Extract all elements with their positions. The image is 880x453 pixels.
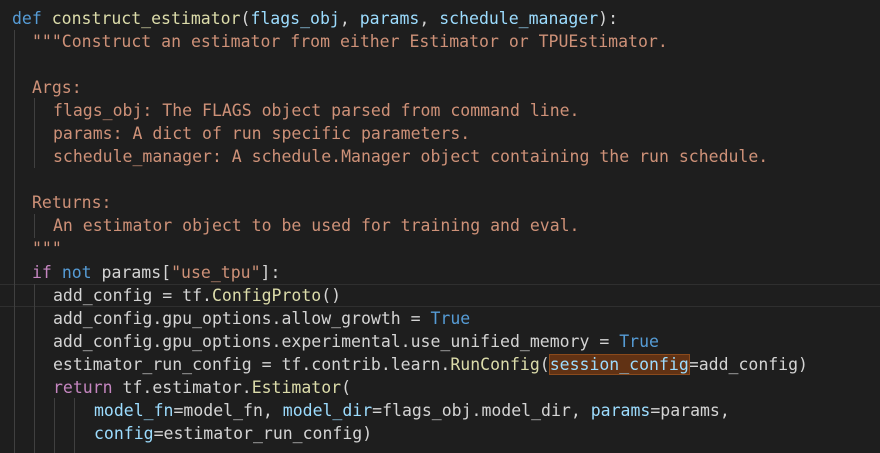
constant-true: True	[430, 309, 471, 328]
code-text: tf.estimator.	[112, 378, 252, 397]
code-line-6: params: A dict of run specific parameter…	[53, 124, 471, 143]
code-line-15: add_config.gpu_options.experimental.use_…	[53, 330, 659, 353]
kwarg-model-fn: model_fn	[94, 401, 174, 420]
code-line-10: An estimator object to be used for train…	[53, 216, 580, 235]
code-line-1: def construct_estimator(flags_obj, param…	[12, 7, 618, 30]
indent-guide-2	[34, 98, 35, 168]
code-line-13: add_config = tf.ConfigProto()	[53, 284, 341, 307]
code-text: add_config.gpu_options.allow_growth =	[53, 309, 431, 328]
keyword-if: if	[32, 263, 52, 282]
code-line-11: """	[32, 239, 62, 258]
indent-guide-6	[74, 398, 75, 453]
code-line-5: flags_obj: The FLAGS object parsed from …	[53, 101, 580, 120]
indent-guide-4	[34, 284, 35, 453]
code-line-9: Returns:	[32, 193, 112, 212]
kwarg-session-config-highlighted: session_config	[548, 354, 690, 375]
code-text: estimator_run_config = tf.contrib.learn.	[53, 355, 451, 374]
kwarg-params: params	[590, 401, 651, 420]
keyword-not: not	[61, 263, 92, 282]
indent-guide-5	[54, 398, 55, 453]
code-text: =flags_obj.model_dir,	[372, 401, 591, 420]
punct: (	[539, 355, 550, 374]
constant-true: True	[619, 332, 659, 351]
code-editor[interactable]: def construct_estimator(flags_obj, param…	[0, 0, 880, 453]
code-text: =model_fn,	[173, 401, 283, 420]
string-use-tpu: "use_tpu"	[171, 263, 261, 282]
keyword-return: return	[53, 378, 113, 397]
param-schedule-manager: schedule_manager	[439, 9, 599, 28]
punct: (	[341, 378, 352, 397]
param-flags-obj: flags_obj	[250, 9, 340, 28]
code-line-7: schedule_manager: A schedule.Manager obj…	[53, 147, 769, 166]
kwarg-model-dir: model_dir	[282, 401, 373, 420]
code-text: =params,	[650, 401, 730, 420]
function-configproto: ConfigProto	[211, 286, 322, 305]
code-line-17: return tf.estimator.Estimator(	[53, 376, 351, 399]
code-line-19: config=estimator_run_config)	[94, 422, 372, 445]
keyword-def: def	[12, 9, 42, 28]
kwarg-config: config	[94, 424, 154, 443]
punct: ()	[321, 286, 342, 305]
code-text: add_config.gpu_options.experimental.use_…	[53, 332, 620, 351]
punct: ,	[339, 9, 360, 28]
code-text: =estimator_run_config)	[153, 424, 373, 443]
code-line-14: add_config.gpu_options.allow_growth = Tr…	[53, 307, 470, 330]
punct: ]:	[260, 263, 281, 282]
code-text: add_config = tf.	[53, 286, 212, 305]
code-line-2: """Construct an estimator from either Es…	[32, 32, 668, 51]
param-params: params	[359, 9, 420, 28]
punct: (	[240, 9, 251, 28]
code-line-4: Args:	[32, 78, 82, 97]
code-line-18: model_fn=model_fn, model_dir=flags_obj.m…	[94, 399, 730, 422]
code-line-16: estimator_run_config = tf.contrib.learn.…	[53, 353, 808, 376]
function-name: construct_estimator	[51, 9, 241, 28]
code-text: params[	[91, 263, 172, 282]
indent-guide-3	[34, 214, 35, 238]
punct: ,	[419, 9, 440, 28]
indent-guide-1	[14, 30, 15, 453]
code-line-12: if not params["use_tpu"]:	[32, 261, 280, 284]
function-runconfig: RunConfig	[450, 355, 540, 374]
punct: ):	[598, 9, 619, 28]
code-text: =add_config)	[688, 355, 808, 374]
function-estimator: Estimator	[251, 378, 342, 397]
